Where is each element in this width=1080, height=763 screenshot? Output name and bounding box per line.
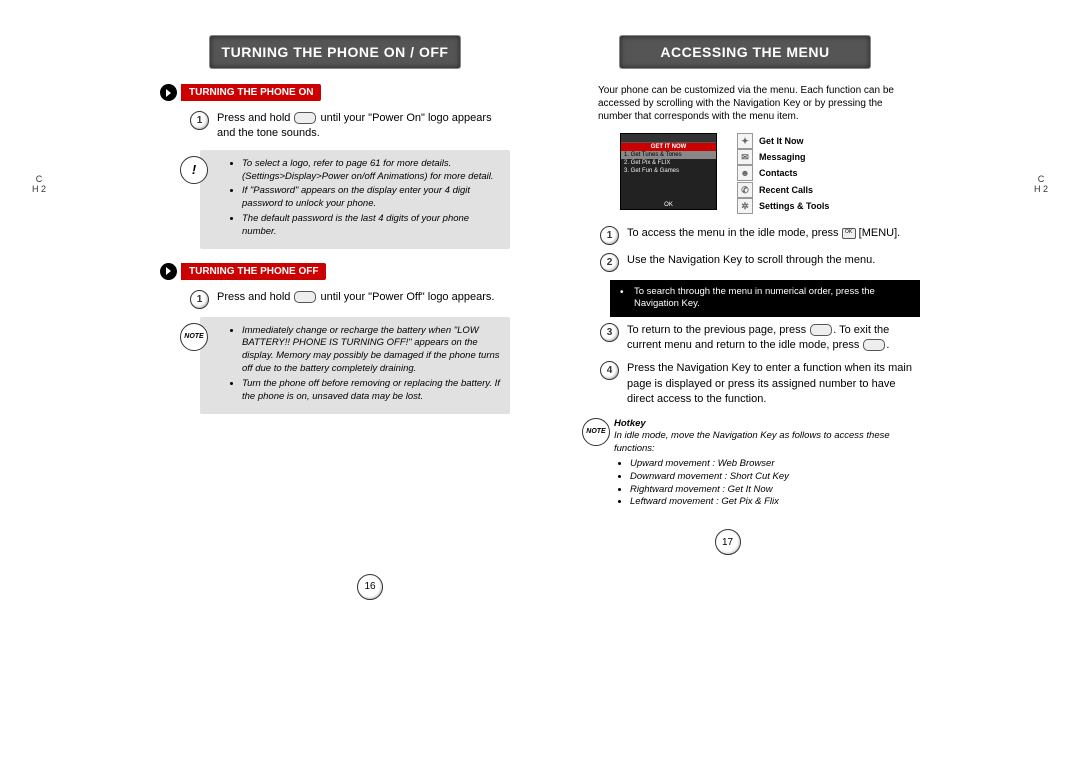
menu-item-label: Recent Calls: [759, 182, 813, 198]
step-number-4: 4: [600, 361, 619, 380]
note-power-off: NOTE Immediately change or recharge the …: [200, 317, 510, 414]
menu-item-icon: ✆: [737, 182, 753, 198]
page-left: TURNING THE PHONE ON / OFF TURNING THE P…: [150, 35, 520, 600]
menu-item-label: Get It Now: [759, 133, 804, 149]
menu-item-icon: ✲: [737, 198, 753, 214]
hotkey-note: NOTE Hotkey In idle mode, move the Navig…: [610, 418, 920, 510]
menu-item: ☻ Contacts: [737, 165, 829, 181]
page-number-right: 17: [553, 529, 903, 555]
menu-preview: GET IT NOW 1. Get Tunes & Tones 2. Get P…: [620, 133, 920, 214]
subheader-turning-off: TURNING THE PHONE OFF: [160, 263, 510, 280]
note-power-on: ! To select a logo, refer to page 61 for…: [200, 150, 510, 249]
banner-right: ACCESSING THE MENU: [619, 35, 871, 69]
end-key-icon: [863, 339, 885, 351]
banner-left: TURNING THE PHONE ON / OFF: [209, 35, 461, 69]
chapter-tab-right: C H 2: [1034, 175, 1048, 195]
note-icon: NOTE: [180, 323, 208, 351]
step-number-1: 1: [190, 111, 209, 130]
step-number-3: 3: [600, 323, 619, 342]
step-number-1: 1: [600, 226, 619, 245]
page-right: ACCESSING THE MENU Your phone can be cus…: [560, 35, 930, 600]
end-key-icon: [294, 112, 316, 124]
page-number-left: 16: [195, 574, 545, 600]
subheader-turning-on: TURNING THE PHONE ON: [160, 84, 510, 101]
alert-icon: !: [180, 156, 208, 184]
menu-item-icon: ✉: [737, 149, 753, 165]
step-on-1: 1 Press and hold until your "Power On" l…: [190, 111, 510, 142]
menu-item-icon: ☻: [737, 165, 753, 181]
step-off-1: 1 Press and hold until your "Power Off" …: [190, 290, 510, 309]
step-number-1: 1: [190, 290, 209, 309]
menu-list: ✦ Get It Now ✉ Messaging ☻ Contacts ✆ Recent Ca…: [737, 133, 829, 214]
clr-key-icon: [810, 324, 832, 336]
step-number-2: 2: [600, 253, 619, 272]
spread: TURNING THE PHONE ON / OFF TURNING THE P…: [0, 0, 1080, 600]
step-menu-3: 3 To return to the previous page, press …: [600, 323, 920, 354]
end-key-icon: [294, 291, 316, 303]
menu-item-label: Contacts: [759, 165, 798, 181]
menu-item: ✲ Settings & Tools: [737, 198, 829, 214]
search-tip: To search through the menu in numerical …: [610, 280, 920, 317]
menu-item-icon: ✦: [737, 133, 753, 149]
menu-item: ✉ Messaging: [737, 149, 829, 165]
menu-item: ✦ Get It Now: [737, 133, 829, 149]
phone-screen: GET IT NOW 1. Get Tunes & Tones 2. Get P…: [620, 133, 717, 210]
bullet-icon: [160, 84, 177, 101]
step-menu-2: 2 Use the Navigation Key to scroll throu…: [600, 253, 920, 272]
ok-key-icon: OK: [842, 228, 856, 239]
bullet-icon: [160, 263, 177, 280]
note-icon: NOTE: [582, 418, 610, 446]
step-menu-4: 4 Press the Navigation Key to enter a fu…: [600, 361, 920, 407]
menu-item: ✆ Recent Calls: [737, 182, 829, 198]
menu-item-label: Messaging: [759, 149, 806, 165]
step-menu-1: 1 To access the menu in the idle mode, p…: [600, 226, 920, 245]
chapter-tab-left: C H 2: [32, 175, 46, 195]
menu-item-label: Settings & Tools: [759, 198, 829, 214]
intro-text: Your phone can be customized via the men…: [598, 84, 910, 123]
